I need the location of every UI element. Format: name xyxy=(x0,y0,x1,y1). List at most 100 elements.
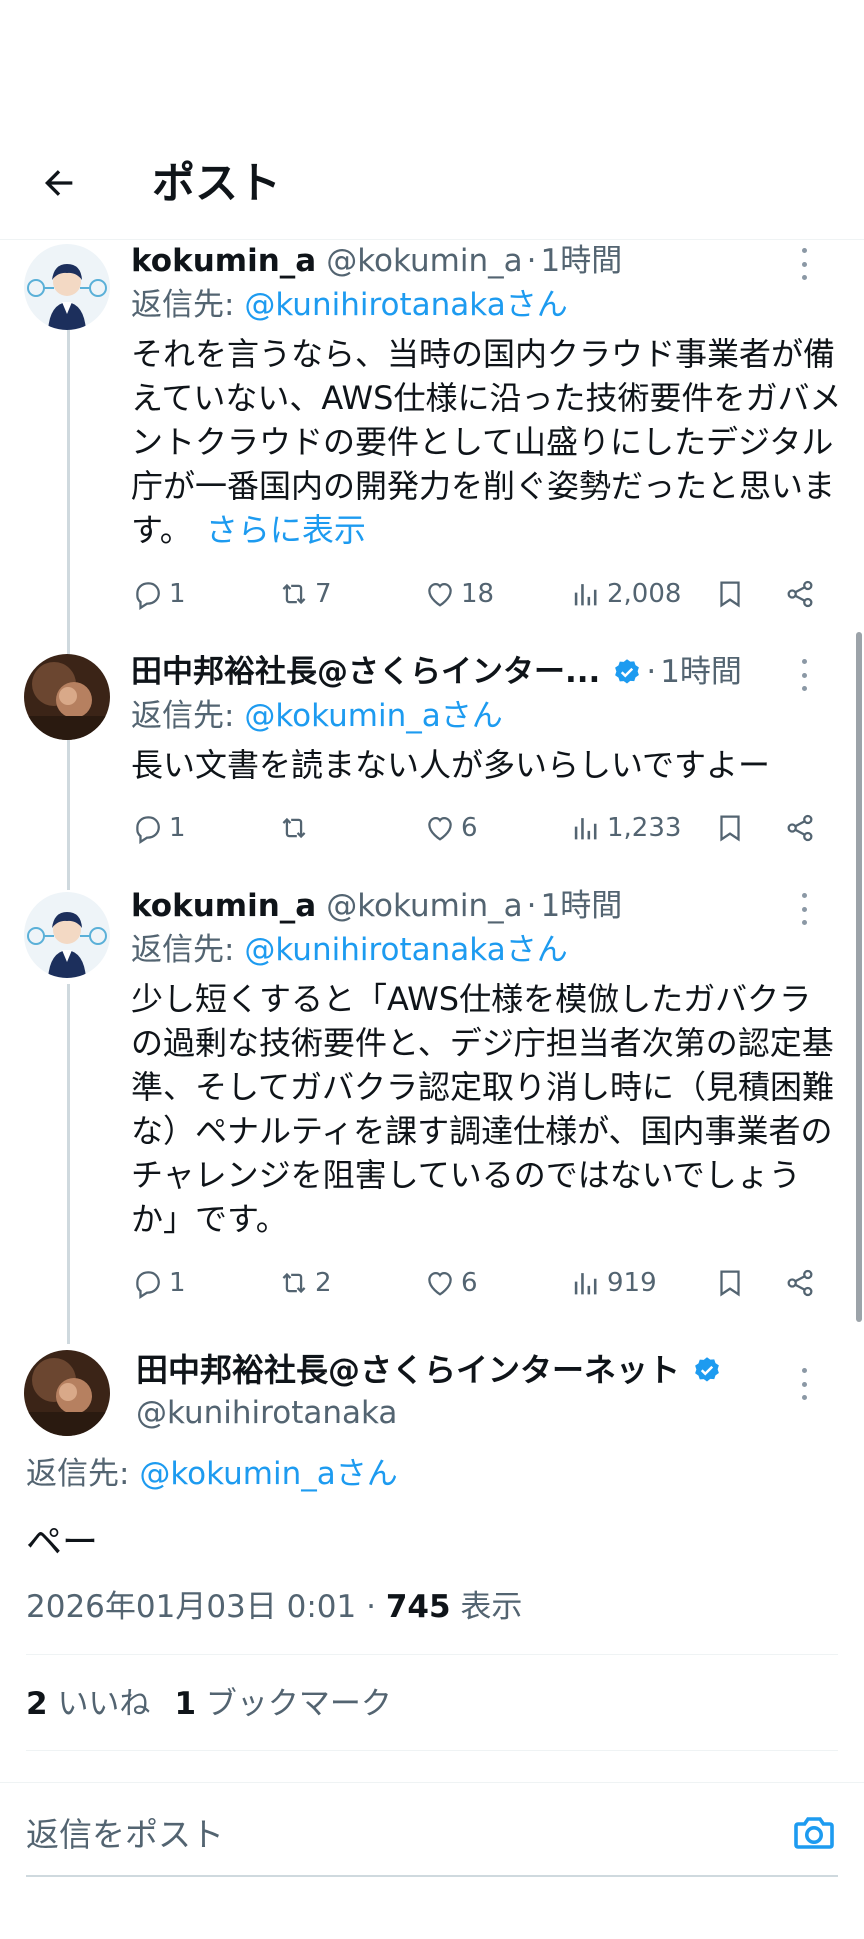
post-date[interactable]: 2026年01月03日 0:01 xyxy=(26,1589,356,1625)
share-button[interactable] xyxy=(783,1263,821,1303)
bookmark-button[interactable] xyxy=(713,1263,751,1303)
top-bar: ポスト xyxy=(0,0,864,240)
tweet-text: 長い文書を読まない人が多いらしいですよー xyxy=(131,746,771,784)
author-name[interactable]: kokumin_a xyxy=(131,885,316,927)
divider xyxy=(26,1750,838,1751)
view-count: 1,233 xyxy=(607,813,682,843)
reply-icon xyxy=(136,816,160,844)
like-count: 6 xyxy=(461,1268,478,1298)
views-label: 表示 xyxy=(460,1589,523,1625)
repost-button[interactable] xyxy=(277,808,315,848)
repost-icon xyxy=(282,817,306,839)
reply-icon xyxy=(136,1271,160,1299)
avatar[interactable] xyxy=(24,1350,110,1436)
timestamp[interactable]: 1時間 xyxy=(540,240,622,282)
reply-prefix: 返信先: xyxy=(131,698,245,734)
bookmark-icon xyxy=(720,581,740,608)
verified-badge-icon xyxy=(692,1355,722,1385)
tweet-text: それを言うなら、当時の国内クラウド事業者が備えていない、AWS仕様に沿った技術要… xyxy=(131,332,843,552)
share-icon xyxy=(787,814,813,842)
bookmark-button[interactable] xyxy=(713,574,751,614)
like-button[interactable]: 18 xyxy=(423,574,494,614)
scrollbar[interactable] xyxy=(856,632,862,1322)
author-handle[interactable]: @kunihirotanaka xyxy=(136,1392,397,1434)
page-title: ポスト xyxy=(152,159,281,209)
heart-icon xyxy=(428,816,452,841)
reply-mention[interactable]: @kunihirotanakaさん xyxy=(244,287,567,323)
author-name[interactable]: 田中邦裕社長@さくらインターネット xyxy=(136,1348,680,1392)
more-options-button[interactable] xyxy=(784,248,824,280)
post-meta: 2026年01月03日 0:01 · 745 表示 xyxy=(26,1586,522,1628)
view-count: 919 xyxy=(607,1268,657,1298)
likes-count: 2 xyxy=(26,1686,48,1722)
reply-mention[interactable]: @kokumin_aさん xyxy=(139,1456,397,1492)
repost-button[interactable]: 2 xyxy=(277,1263,332,1303)
thread-tweet[interactable]: kokumin_a @kokumin_a · 1時間 返信先: @kunihir… xyxy=(0,885,864,1305)
view-count: 2,008 xyxy=(607,579,682,609)
tweet-actions: 1 7 18 2,008 xyxy=(131,574,843,614)
reply-input[interactable]: 返信をポスト xyxy=(26,1813,224,1857)
repost-button[interactable]: 7 xyxy=(277,574,332,614)
reply-button[interactable]: 1 xyxy=(131,1263,186,1303)
reply-icon xyxy=(136,582,160,610)
focus-author[interactable]: 田中邦裕社長@さくらインターネット xyxy=(136,1348,722,1392)
tweet-actions: 1 2 6 919 xyxy=(131,1263,843,1303)
view-count: 745 xyxy=(385,1589,451,1625)
like-button[interactable]: 6 xyxy=(423,808,478,848)
repost-count: 7 xyxy=(315,579,332,609)
show-more-link[interactable]: さらに表示 xyxy=(206,511,366,549)
views-chart-icon xyxy=(574,584,597,606)
views-button[interactable]: 2,008 xyxy=(569,574,681,614)
separator-dot: · xyxy=(526,243,537,279)
timestamp[interactable]: 1時間 xyxy=(660,651,742,693)
arrow-left-icon xyxy=(45,170,73,196)
reply-count: 1 xyxy=(169,1268,186,1298)
reply-button[interactable]: 1 xyxy=(131,574,186,614)
reply-count: 1 xyxy=(169,813,186,843)
reply-button[interactable]: 1 xyxy=(131,808,186,848)
tweet-text: 少し短くすると「AWS仕様を模倣したガバクラの過剰な技術要件と、デジ庁担当者次第… xyxy=(131,980,835,1238)
reply-to-line: 返信先: @kunihirotanakaさん xyxy=(131,929,568,971)
input-underline xyxy=(26,1875,838,1877)
repost-count: 2 xyxy=(315,1268,332,1298)
thread-tweet[interactable]: 田中邦裕社長@さくらインター... · 1時間 返信先: @kokumin_aさ… xyxy=(0,651,864,851)
bookmarks-label: ブックマーク xyxy=(205,1686,392,1722)
reply-prefix: 返信先: xyxy=(26,1456,140,1492)
verified-badge-icon xyxy=(612,657,642,687)
author-name[interactable]: 田中邦裕社長@さくらインター... xyxy=(131,651,600,693)
separator-dot: · xyxy=(526,888,537,924)
camera-button[interactable] xyxy=(790,1809,838,1857)
bookmarks-stat[interactable]: 1 ブックマーク xyxy=(174,1686,391,1722)
reply-prefix: 返信先: xyxy=(131,287,245,323)
back-button[interactable] xyxy=(34,158,84,208)
likes-label: いいね xyxy=(57,1686,151,1722)
heart-icon xyxy=(428,582,452,607)
more-options-button[interactable] xyxy=(784,893,824,925)
separator-dot: · xyxy=(366,1589,376,1625)
like-count: 6 xyxy=(461,813,478,843)
engagement-stats: 2 いいね 1 ブックマーク xyxy=(26,1683,392,1725)
repost-icon xyxy=(282,583,306,605)
author-handle: @kokumin_a xyxy=(326,888,523,924)
timestamp[interactable]: 1時間 xyxy=(540,885,622,927)
repost-icon xyxy=(282,1272,306,1294)
thread-tweet[interactable]: kokumin_a @kokumin_a · 1時間 返信先: @kunihir… xyxy=(0,240,864,630)
bookmark-button[interactable] xyxy=(713,808,751,848)
views-button[interactable]: 919 xyxy=(569,1263,657,1303)
camera-icon xyxy=(794,1817,834,1849)
share-icon xyxy=(787,1269,813,1297)
tweet-actions: 1 6 1,233 xyxy=(131,808,843,848)
more-options-button[interactable] xyxy=(784,659,824,691)
more-options-button[interactable] xyxy=(784,1368,824,1400)
share-button[interactable] xyxy=(783,808,821,848)
views-button[interactable]: 1,233 xyxy=(569,808,681,848)
share-icon xyxy=(787,580,813,608)
share-button[interactable] xyxy=(783,574,821,614)
reply-mention[interactable]: @kunihirotanakaさん xyxy=(244,932,567,968)
reply-mention[interactable]: @kokumin_aさん xyxy=(244,698,502,734)
divider xyxy=(26,1654,838,1655)
reply-to-line: 返信先: @kunihirotanakaさん xyxy=(131,284,568,326)
like-button[interactable]: 6 xyxy=(423,1263,478,1303)
author-name[interactable]: kokumin_a xyxy=(131,240,316,282)
likes-stat[interactable]: 2 いいね xyxy=(26,1686,150,1722)
